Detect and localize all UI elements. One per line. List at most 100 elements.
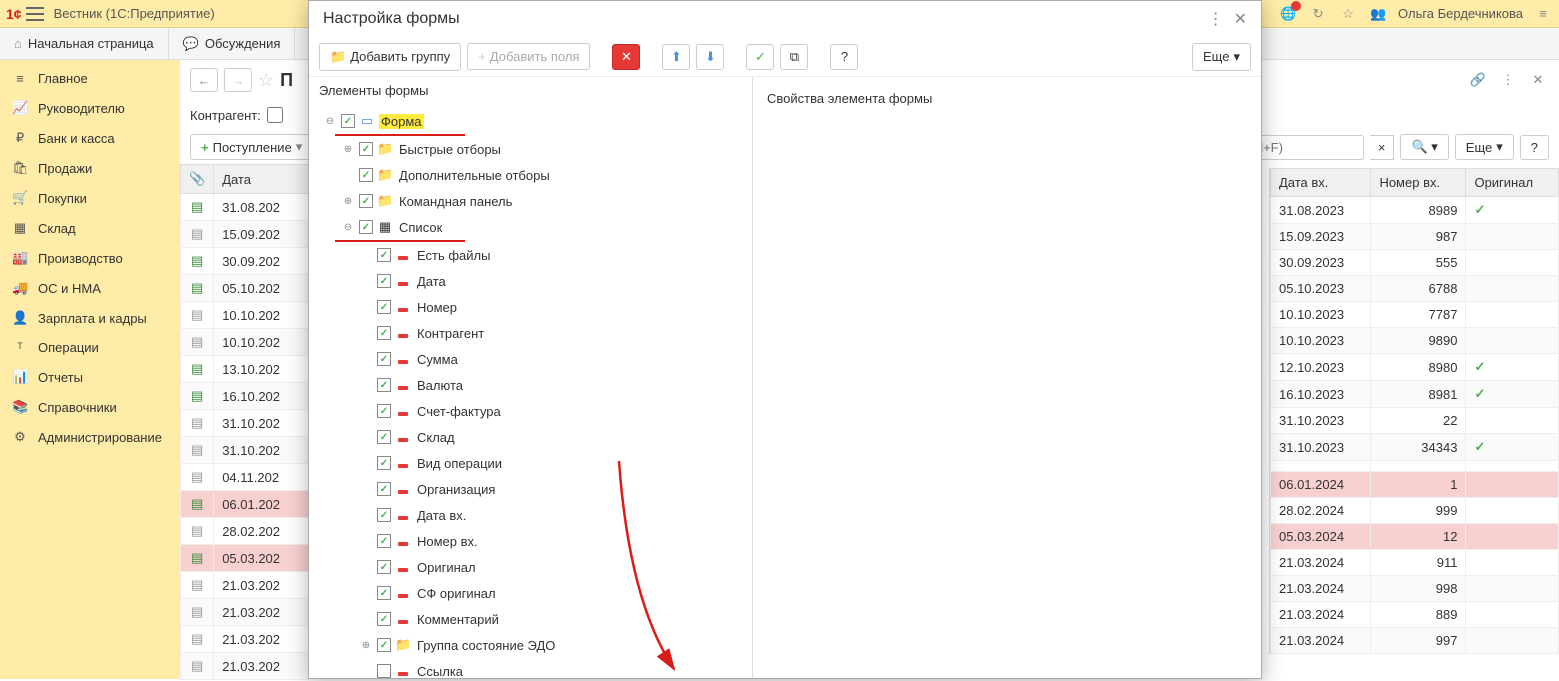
dialog-menu-icon[interactable]: ⋮ bbox=[1208, 9, 1224, 29]
help-button[interactable]: ? bbox=[1520, 135, 1549, 160]
tree-checkbox[interactable] bbox=[377, 404, 391, 418]
table-row[interactable]: ▤21.03.202 bbox=[181, 653, 310, 680]
tree-node[interactable]: Ссылка bbox=[309, 658, 752, 678]
table-row[interactable]: ▤21.03.202 bbox=[181, 572, 310, 599]
table-row[interactable]: 16.10.20238981✓ bbox=[1271, 381, 1559, 408]
copy-button[interactable]: ⧉ bbox=[780, 44, 808, 70]
table-row[interactable]: ▤31.10.202 bbox=[181, 410, 310, 437]
tree-checkbox[interactable] bbox=[377, 326, 391, 340]
tab-discussions[interactable]: 💬 Обсуждения bbox=[169, 28, 296, 59]
table-row[interactable]: ▤04.11.202 bbox=[181, 464, 310, 491]
tree-node[interactable]: ⊕📁Быстрые отборы bbox=[309, 136, 752, 162]
sidebar-item-6[interactable]: 🏭Производство bbox=[0, 243, 180, 273]
tree-checkbox[interactable] bbox=[377, 482, 391, 496]
sidebar-item-9[interactable]: ᵀОперации bbox=[0, 333, 180, 362]
table-row[interactable]: 31.10.202334343✓ bbox=[1271, 434, 1559, 461]
tree-node[interactable]: Есть файлы bbox=[309, 242, 752, 268]
sidebar-item-12[interactable]: ⚙Администрирование bbox=[0, 422, 180, 452]
table-row[interactable]: ▤31.10.202 bbox=[181, 437, 310, 464]
search-clear-button[interactable]: × bbox=[1370, 135, 1395, 160]
add-group-button[interactable]: 📁Добавить группу bbox=[319, 43, 461, 71]
table-row[interactable]: ▤30.09.202 bbox=[181, 248, 310, 275]
close-icon[interactable]: ✕ bbox=[1527, 69, 1549, 91]
col-attach[interactable]: 📎 bbox=[181, 165, 214, 194]
table-row[interactable]: 21.03.2024889 bbox=[1271, 602, 1559, 628]
nav-back-button[interactable]: ← bbox=[190, 68, 218, 92]
table-row[interactable]: ▤06.01.202 bbox=[181, 491, 310, 518]
tree-node[interactable]: Номер bbox=[309, 294, 752, 320]
more-button[interactable]: Еще ▾ bbox=[1455, 134, 1514, 160]
tree-node[interactable]: Сумма bbox=[309, 346, 752, 372]
table-row[interactable]: ▤21.03.202 bbox=[181, 626, 310, 653]
tree-toggle[interactable]: ⊕ bbox=[359, 640, 373, 651]
table-row[interactable]: 28.02.2024999 bbox=[1271, 498, 1559, 524]
tree-node[interactable]: Счет-фактура bbox=[309, 398, 752, 424]
tree-toggle[interactable]: ⊖ bbox=[323, 116, 337, 127]
table-row[interactable]: 10.10.20237787 bbox=[1271, 302, 1559, 328]
add-button[interactable]: Поступление ▾ bbox=[190, 134, 313, 160]
col-date[interactable]: Дата bbox=[214, 165, 310, 194]
notifications-icon[interactable]: 🌐 bbox=[1278, 4, 1298, 24]
move-up-button[interactable]: ⬆ bbox=[662, 44, 690, 70]
add-fields-button[interactable]: +Добавить поля bbox=[467, 43, 590, 70]
tree-node[interactable]: 📁Дополнительные отборы bbox=[309, 162, 752, 188]
tree-checkbox[interactable] bbox=[359, 168, 373, 182]
move-down-button[interactable]: ⬇ bbox=[696, 44, 724, 70]
history-icon[interactable]: ↻ bbox=[1308, 4, 1328, 24]
sidebar-item-3[interactable]: 🛍Продажи bbox=[0, 153, 180, 183]
tree-checkbox[interactable] bbox=[377, 300, 391, 314]
table-row[interactable]: ▤05.03.202 bbox=[181, 545, 310, 572]
col-date-in[interactable]: Дата вх. bbox=[1271, 169, 1371, 197]
tree-node[interactable]: Номер вх. bbox=[309, 528, 752, 554]
tree-node[interactable]: ⊕📁Командная панель bbox=[309, 188, 752, 214]
tree-toggle[interactable]: ⊕ bbox=[341, 144, 355, 155]
tree-node[interactable]: ⊕📁Группа состояние ЭДО bbox=[309, 632, 752, 658]
table-row[interactable]: ▤13.10.202 bbox=[181, 356, 310, 383]
star-icon[interactable]: ☆ bbox=[258, 70, 274, 91]
link-icon[interactable]: 🔗 bbox=[1467, 69, 1489, 91]
tree-toggle[interactable]: ⊖ bbox=[341, 222, 355, 233]
nav-forward-button[interactable]: → bbox=[224, 68, 252, 92]
tree-checkbox[interactable] bbox=[377, 586, 391, 600]
tree-node[interactable]: Оригинал bbox=[309, 554, 752, 580]
tree-node[interactable]: ⊖▭Форма bbox=[309, 108, 752, 134]
sidebar-item-7[interactable]: 🚚ОС и НМА bbox=[0, 273, 180, 303]
sidebar-item-2[interactable]: ₽Банк и касса bbox=[0, 123, 180, 153]
tree-node[interactable]: Контрагент bbox=[309, 320, 752, 346]
sidebar-item-8[interactable]: 👤Зарплата и кадры bbox=[0, 303, 180, 333]
table-row[interactable]: 21.03.2024911 bbox=[1271, 550, 1559, 576]
tree-checkbox[interactable] bbox=[377, 612, 391, 626]
table-row[interactable]: 21.03.2024997 bbox=[1271, 628, 1559, 654]
more-icon[interactable]: ⋮ bbox=[1497, 69, 1519, 91]
tree-checkbox[interactable] bbox=[377, 534, 391, 548]
tree-node[interactable]: Валюта bbox=[309, 372, 752, 398]
delete-button[interactable]: ✕ bbox=[612, 44, 640, 70]
tree-checkbox[interactable] bbox=[377, 248, 391, 262]
sidebar-item-10[interactable]: 📊Отчеты bbox=[0, 362, 180, 392]
apply-button[interactable]: ✓ bbox=[746, 44, 774, 70]
tree-checkbox[interactable] bbox=[377, 430, 391, 444]
table-row[interactable]: 21.03.2024998 bbox=[1271, 576, 1559, 602]
tree-checkbox[interactable] bbox=[377, 274, 391, 288]
favorites-icon[interactable]: ☆ bbox=[1338, 4, 1358, 24]
table-row[interactable]: 05.03.202412 bbox=[1271, 524, 1559, 550]
table-row[interactable]: 05.10.20236788 bbox=[1271, 276, 1559, 302]
table-row[interactable]: ▤10.10.202 bbox=[181, 329, 310, 356]
table-row[interactable]: ▤16.10.202 bbox=[181, 383, 310, 410]
tree-checkbox[interactable] bbox=[377, 352, 391, 366]
tree-checkbox[interactable] bbox=[377, 664, 391, 678]
tree-node[interactable]: Склад bbox=[309, 424, 752, 450]
tree-node[interactable]: СФ оригинал bbox=[309, 580, 752, 606]
tree-node[interactable]: Дата bbox=[309, 268, 752, 294]
tree-checkbox[interactable] bbox=[359, 194, 373, 208]
tree-node[interactable]: Комментарий bbox=[309, 606, 752, 632]
table-row[interactable]: ▤21.03.202 bbox=[181, 599, 310, 626]
tree-node[interactable]: Вид операции bbox=[309, 450, 752, 476]
tree-checkbox[interactable] bbox=[377, 638, 391, 652]
tree-checkbox[interactable] bbox=[377, 560, 391, 574]
table-row[interactable]: 12.10.20238980✓ bbox=[1271, 354, 1559, 381]
user-name[interactable]: Ольга Бердечникова bbox=[1398, 6, 1523, 21]
settings-icon[interactable]: ≡ bbox=[1533, 4, 1553, 24]
burger-icon[interactable] bbox=[26, 7, 44, 21]
sidebar-item-5[interactable]: ▦Склад bbox=[0, 213, 180, 243]
